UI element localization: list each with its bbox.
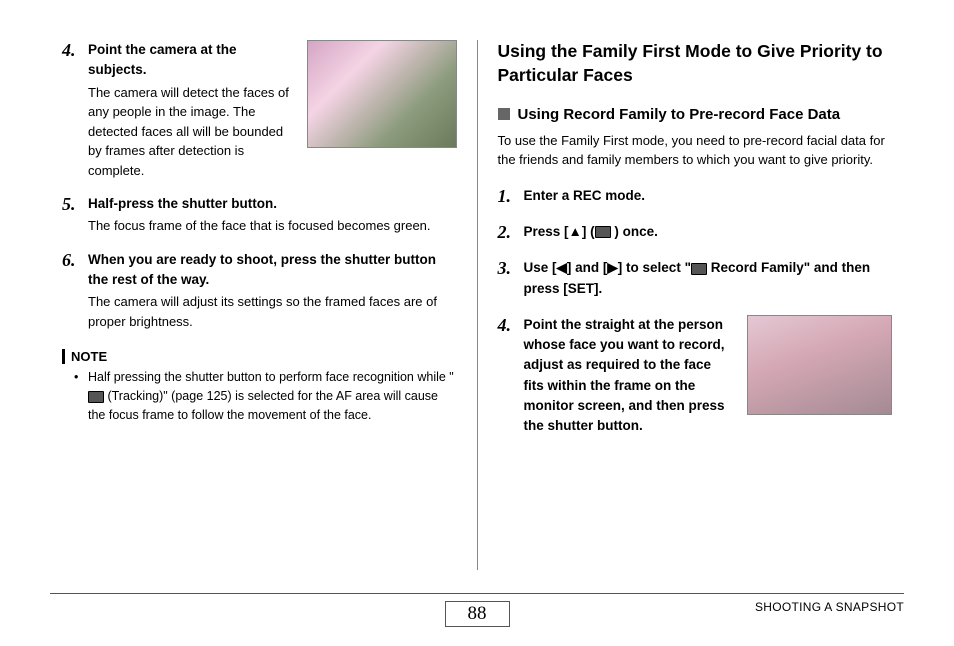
sub-heading: Using Record Family to Pre-record Face D… (498, 105, 893, 125)
step-desc: The camera will adjust its settings so t… (88, 292, 457, 331)
intro-text: To use the Family First mode, you need t… (498, 131, 893, 170)
step-5: 5. Half-press the shutter button. The fo… (62, 194, 457, 236)
note-block: NOTE • Half pressing the shutter button … (62, 349, 457, 424)
step-number: 1. (498, 186, 524, 208)
page-content: 4. Point the camera at the subjects. The… (50, 40, 904, 570)
step-1: 1. Enter a REC mode. (498, 186, 893, 208)
step-2: 2. Press [▲] ( ) once. (498, 222, 893, 244)
step-title: When you are ready to shoot, press the s… (88, 250, 457, 291)
footer-section-label: SHOOTING A SNAPSHOT (755, 600, 904, 614)
step-title: Use [◀] and [▶] to select " Record Famil… (524, 258, 893, 299)
note-text: Half pressing the shutter button to perf… (88, 368, 457, 424)
face-mode-icon (595, 226, 611, 238)
step-title: Half-press the shutter button. (88, 194, 457, 214)
section-title: Using the Family First Mode to Give Prio… (498, 40, 893, 87)
up-triangle-icon: ▲ (569, 224, 582, 239)
page-footer: 88 SHOOTING A SNAPSHOT (50, 593, 904, 628)
tracking-icon (88, 391, 104, 403)
step-title: Point the camera at the subjects. (88, 40, 295, 81)
step-number: 5. (62, 194, 88, 236)
left-column: 4. Point the camera at the subjects. The… (50, 40, 469, 570)
step-number: 4. (62, 40, 88, 180)
step-6: 6. When you are ready to shoot, press th… (62, 250, 457, 332)
step-title: Press [▲] ( ) once. (524, 222, 893, 242)
note-bar-icon (62, 349, 65, 364)
step-number: 2. (498, 222, 524, 244)
bullet-icon: • (74, 368, 88, 424)
note-label: NOTE (71, 349, 107, 364)
step-number: 6. (62, 250, 88, 332)
column-divider (477, 40, 478, 570)
right-column: Using the Family First Mode to Give Prio… (486, 40, 905, 570)
step-3: 3. Use [◀] and [▶] to select " Record Fa… (498, 258, 893, 301)
footer-divider (50, 593, 904, 594)
right-triangle-icon: ▶ (607, 260, 617, 275)
step-desc: The camera will detect the faces of any … (88, 83, 295, 181)
step-4-right: 4. Point the straight at the person whos… (498, 315, 893, 439)
sample-photo-face (747, 315, 892, 415)
page-number: 88 (445, 601, 510, 627)
step-desc: The focus frame of the face that is focu… (88, 216, 457, 236)
step-4: 4. Point the camera at the subjects. The… (62, 40, 457, 180)
step-title: Enter a REC mode. (524, 186, 893, 206)
record-family-icon (691, 263, 707, 275)
sample-photo-family (307, 40, 457, 148)
step-number: 3. (498, 258, 524, 301)
step-title: Point the straight at the person whose f… (524, 315, 736, 437)
square-bullet-icon (498, 108, 510, 120)
left-triangle-icon: ◀ (557, 260, 567, 275)
step-number: 4. (498, 315, 524, 439)
